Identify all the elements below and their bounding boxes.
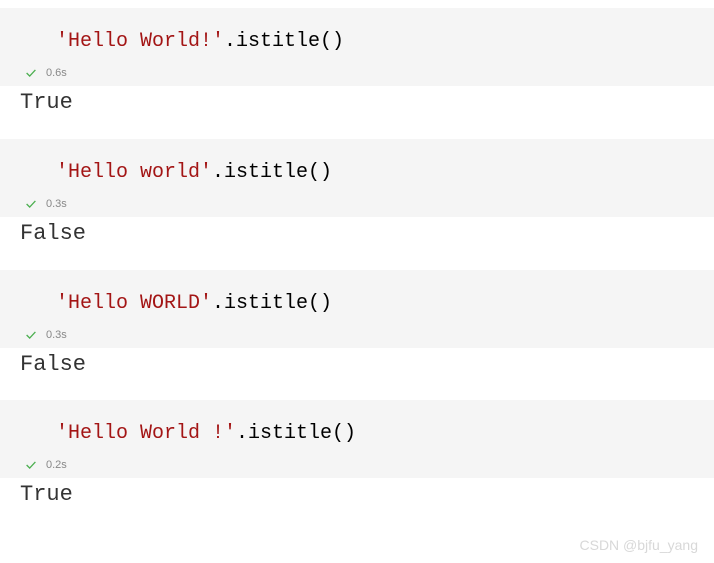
method-call: .istitle() xyxy=(236,422,356,445)
notebook-cell: 'Hello World !'.istitle() 0.2s True xyxy=(0,400,714,513)
cell-output: False xyxy=(0,217,714,252)
execution-status: 0.6s xyxy=(0,62,714,86)
notebook-cell: 'Hello world'.istitle() 0.3s False xyxy=(0,139,714,252)
cell-output: False xyxy=(0,348,714,383)
watermark: CSDN @bjfu_yang xyxy=(580,537,699,553)
string-literal: 'Hello world' xyxy=(56,161,212,184)
notebook-cell: 'Hello WORLD'.istitle() 0.3s False xyxy=(0,270,714,383)
string-literal: 'Hello World !' xyxy=(56,422,236,445)
string-literal: 'Hello WORLD' xyxy=(56,292,212,315)
method-call: .istitle() xyxy=(224,30,344,53)
execution-status: 0.2s xyxy=(0,454,714,478)
execution-time: 0.3s xyxy=(46,198,67,210)
cell-output: True xyxy=(0,478,714,513)
code-input[interactable]: 'Hello WORLD'.istitle() xyxy=(0,270,714,324)
check-icon xyxy=(24,328,38,342)
method-call: .istitle() xyxy=(212,161,332,184)
execution-time: 0.6s xyxy=(46,67,67,79)
check-icon xyxy=(24,458,38,472)
code-input[interactable]: 'Hello World!'.istitle() xyxy=(0,8,714,62)
execution-status: 0.3s xyxy=(0,324,714,348)
code-input[interactable]: 'Hello World !'.istitle() xyxy=(0,400,714,454)
execution-time: 0.3s xyxy=(46,329,67,341)
code-input[interactable]: 'Hello world'.istitle() xyxy=(0,139,714,193)
check-icon xyxy=(24,66,38,80)
string-literal: 'Hello World!' xyxy=(56,30,224,53)
notebook-cell: 'Hello World!'.istitle() 0.6s True xyxy=(0,8,714,121)
cell-output: True xyxy=(0,86,714,121)
check-icon xyxy=(24,197,38,211)
method-call: .istitle() xyxy=(212,292,332,315)
execution-time: 0.2s xyxy=(46,459,67,471)
execution-status: 0.3s xyxy=(0,193,714,217)
